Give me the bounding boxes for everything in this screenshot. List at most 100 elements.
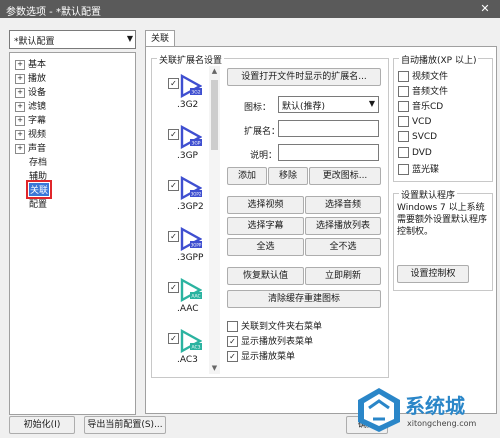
restore-default-button[interactable]: 恢复默认值 xyxy=(227,267,304,285)
description-input[interactable] xyxy=(278,144,379,161)
checkbox[interactable] xyxy=(398,147,409,158)
extension-list: ✓ 3G2 .3G2 ✓ 3GP .3GP ✓ 3GP2 .3GP2 ✓ 3GP… xyxy=(158,66,208,374)
checkbox[interactable] xyxy=(398,116,409,127)
checkbox[interactable] xyxy=(398,86,409,97)
chevron-down-icon: ▼ xyxy=(368,99,375,108)
list-item[interactable]: ✓ 3GP .3GP xyxy=(158,123,208,179)
autoplay-audio-checkbox[interactable]: 音频文件 xyxy=(398,84,449,97)
close-button[interactable]: ✕ xyxy=(470,0,500,18)
play-menu-checkbox[interactable]: ✓ 显示播放菜单 xyxy=(227,349,296,362)
remove-button[interactable]: 移除 xyxy=(268,167,308,185)
select-subtitle-button[interactable]: 选择字幕 xyxy=(227,217,304,235)
tree-node-playback[interactable]: + 播放 xyxy=(15,71,46,84)
list-item[interactable]: ✓ AAC .AAC xyxy=(158,276,208,332)
tree-node-basic[interactable]: + 基本 xyxy=(15,57,46,70)
select-none-button[interactable]: 全不选 xyxy=(305,238,381,256)
extension-checkbox[interactable]: ✓ xyxy=(168,282,179,293)
autoplay-musiccd-checkbox[interactable]: 音乐CD xyxy=(398,99,443,112)
play-file-icon: 3GP2 xyxy=(180,176,202,200)
checkbox-label: DVD xyxy=(412,148,432,158)
watermark-logo-icon xyxy=(358,388,400,432)
autoplay-label: 自动播放(XP 以上) xyxy=(399,53,479,66)
playlist-menu-checkbox[interactable]: ✓ 显示播放列表菜单 xyxy=(227,334,314,347)
icon-select-value: 默认(推荐) xyxy=(282,102,326,112)
expand-icon[interactable]: + xyxy=(15,143,25,154)
select-audio-button[interactable]: 选择音频 xyxy=(305,196,381,214)
scroll-up-icon[interactable]: ▲ xyxy=(209,66,220,77)
checkbox[interactable]: ✓ xyxy=(227,336,238,347)
expand-icon[interactable]: + xyxy=(15,129,25,140)
export-config-button[interactable]: 导出当前配置(S)... xyxy=(84,416,166,434)
select-all-button[interactable]: 全选 xyxy=(227,238,304,256)
autoplay-vcd-checkbox[interactable]: VCD xyxy=(398,116,431,128)
add-button[interactable]: 添加 xyxy=(227,167,267,185)
tab-association[interactable]: 关联 xyxy=(145,30,175,47)
default-program-label: 设置默认程序 xyxy=(399,188,458,201)
checkbox-label: 显示播放菜单 xyxy=(241,352,296,362)
checkbox[interactable] xyxy=(227,321,238,332)
tree-node-subtitle[interactable]: + 字幕 xyxy=(15,113,46,126)
folder-context-menu-checkbox[interactable]: 关联到文件夹右菜单 xyxy=(227,319,322,332)
set-open-extensions-button[interactable]: 设置打开文件时显示的扩展名... xyxy=(227,68,381,86)
expand-icon[interactable]: + xyxy=(15,73,25,84)
extension-checkbox[interactable]: ✓ xyxy=(168,78,179,89)
watermark-text: 系统城 xyxy=(405,394,465,418)
expand-icon[interactable]: + xyxy=(15,115,25,126)
play-file-icon: AAC xyxy=(180,278,202,302)
extension-name: .3G2 xyxy=(177,100,199,110)
checkbox-label: VCD xyxy=(412,117,432,127)
list-item[interactable]: ✓ 3GP2 .3GP2 xyxy=(158,174,208,230)
checkbox[interactable]: ✓ xyxy=(227,351,238,362)
initialize-button[interactable]: 初始化(I) xyxy=(9,416,75,434)
extension-badge: 3GPP xyxy=(191,243,202,248)
play-file-icon: AC3 xyxy=(180,329,202,353)
tree-item-archive[interactable]: 存档 xyxy=(29,155,47,168)
extension-list-scrollbar[interactable]: ▲ ▼ xyxy=(209,66,220,374)
extension-badge: 3GP xyxy=(191,141,200,147)
set-control-button[interactable]: 设置控制权 xyxy=(397,265,469,283)
tree-node-filter[interactable]: + 滤镜 xyxy=(15,99,46,112)
tree-item-association[interactable]: 关联 xyxy=(25,180,53,199)
tree-item-config[interactable]: 配置 xyxy=(29,197,47,210)
autoplay-video-checkbox[interactable]: 视频文件 xyxy=(398,69,448,82)
checkbox[interactable] xyxy=(398,101,409,112)
expand-icon[interactable]: + xyxy=(15,59,25,70)
tree-item-assist[interactable]: 辅助 xyxy=(29,169,47,182)
play-file-icon: 3G2 xyxy=(180,74,202,98)
checkbox[interactable] xyxy=(398,71,409,82)
checkbox-label: 显示播放列表菜单 xyxy=(241,337,314,347)
tree-node-audio[interactable]: + 声音 xyxy=(15,141,46,154)
scroll-thumb[interactable] xyxy=(211,80,218,150)
list-item[interactable]: ✓ AC3 .AC3 xyxy=(158,327,208,374)
tree-node-device[interactable]: + 设备 xyxy=(15,85,46,98)
list-item[interactable]: ✓ 3G2 .3G2 xyxy=(158,72,208,128)
expand-icon[interactable]: + xyxy=(15,87,25,98)
extension-checkbox[interactable]: ✓ xyxy=(168,231,179,242)
autoplay-dvd-checkbox[interactable]: DVD xyxy=(398,147,432,159)
extension-input[interactable] xyxy=(278,120,379,137)
clear-cache-rebuild-icons-button[interactable]: 清除缓存重建图标 xyxy=(227,290,381,308)
extension-name: .3GPP xyxy=(177,253,204,263)
change-icon-button[interactable]: 更改图标... xyxy=(309,167,381,185)
checkbox[interactable] xyxy=(398,164,409,175)
watermark-url: xitongcheng.com xyxy=(407,419,477,428)
tree-node-video[interactable]: + 视频 xyxy=(15,127,46,140)
select-playlist-button[interactable]: 选择播放列表 xyxy=(305,217,381,235)
profile-select[interactable]: *默认配置 ▼ xyxy=(9,30,136,49)
expand-icon[interactable]: + xyxy=(15,101,25,112)
extension-checkbox[interactable]: ✓ xyxy=(168,129,179,140)
checkbox-label: 音频文件 xyxy=(412,87,449,97)
extension-checkbox[interactable]: ✓ xyxy=(168,180,179,191)
extension-checkbox[interactable]: ✓ xyxy=(168,333,179,344)
icon-select[interactable]: 默认(推荐) ▼ xyxy=(278,96,379,113)
autoplay-bluray-checkbox[interactable]: 蓝光碟 xyxy=(398,162,439,175)
select-video-button[interactable]: 选择视频 xyxy=(227,196,304,214)
checkbox[interactable] xyxy=(398,131,409,142)
extension-name: .AAC xyxy=(177,304,199,314)
refresh-now-button[interactable]: 立即刷新 xyxy=(305,267,381,285)
extension-name: .3GP xyxy=(177,151,198,161)
list-item[interactable]: ✓ 3GPP .3GPP xyxy=(158,225,208,281)
scroll-down-icon[interactable]: ▼ xyxy=(209,363,220,374)
title-bar[interactable]: 参数选项 - *默认配置 ✕ xyxy=(0,0,500,18)
autoplay-svcd-checkbox[interactable]: SVCD xyxy=(398,131,437,143)
